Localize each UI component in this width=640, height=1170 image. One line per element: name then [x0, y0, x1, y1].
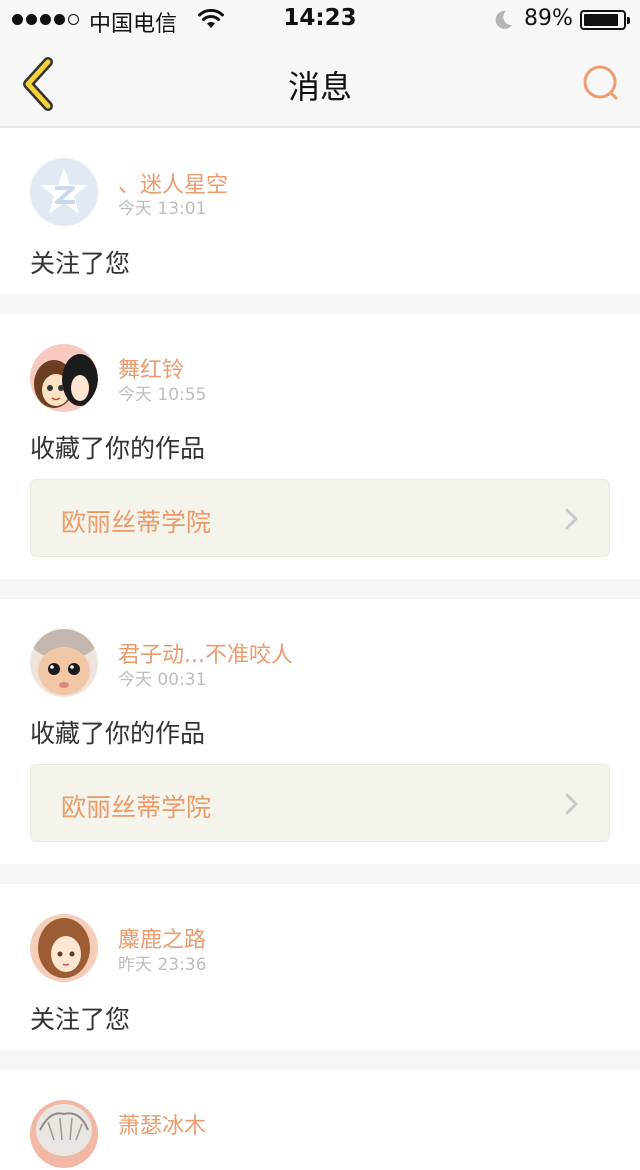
- timestamp: 今天 00:31: [118, 670, 207, 690]
- message-item[interactable]: 、迷人星空 今天 13:01 关注了您: [0, 128, 640, 294]
- message-item[interactable]: 萧瑟冰木: [0, 1070, 640, 1170]
- avatar[interactable]: [30, 158, 98, 226]
- user-name[interactable]: 萧瑟冰木: [118, 1108, 206, 1140]
- avatar[interactable]: [30, 629, 98, 697]
- message-text: 关注了您: [30, 249, 131, 278]
- doll-avatar-icon: [30, 629, 98, 697]
- search-icon: [583, 65, 618, 100]
- divider: [0, 864, 640, 884]
- message-item[interactable]: 舞红铃 今天 10:55 收藏了你的作品 欧丽丝蒂学院: [0, 314, 640, 579]
- message-text: 收藏了你的作品: [30, 719, 206, 748]
- avatar[interactable]: [30, 1100, 98, 1168]
- message-text: 收藏了你的作品: [30, 434, 206, 463]
- timestamp: 今天 10:55: [118, 385, 207, 405]
- avatar[interactable]: [30, 914, 98, 982]
- avatar[interactable]: [30, 344, 98, 412]
- chevron-right-icon: [565, 793, 578, 815]
- battery-icon: [580, 10, 630, 30]
- page-title: 消息: [287, 68, 352, 106]
- silver-hair-avatar-icon: [30, 1100, 98, 1168]
- search-button[interactable]: [576, 58, 626, 108]
- message-item[interactable]: 麋鹿之路 昨天 23:36 关注了您: [0, 884, 640, 1050]
- work-title: 欧丽丝蒂学院: [61, 793, 212, 822]
- message-item[interactable]: 君子动...不准咬人 今天 00:31 收藏了你的作品 欧丽丝蒂学院: [0, 599, 640, 864]
- status-bar: 中国电信 14:23 89%: [0, 0, 640, 40]
- qzone-logo-icon: [30, 158, 98, 226]
- work-title: 欧丽丝蒂学院: [61, 508, 212, 537]
- anime-avatar-icon: [30, 344, 98, 412]
- message-text: 关注了您: [30, 1005, 131, 1034]
- navigation-bar: 消息: [0, 40, 640, 128]
- work-link[interactable]: 欧丽丝蒂学院: [30, 479, 610, 557]
- moon-icon: [495, 10, 512, 29]
- divider: [0, 579, 640, 599]
- illustrated-girl-avatar-icon: [30, 914, 98, 982]
- battery-percent: 89%: [524, 6, 573, 31]
- divider: [0, 1050, 640, 1070]
- message-list: 、迷人星空 今天 13:01 关注了您 舞红铃 今天 10:55 收藏了你的作品…: [0, 128, 640, 1170]
- timestamp: 今天 13:01: [118, 199, 207, 219]
- divider: [0, 294, 640, 314]
- timestamp: 昨天 23:36: [118, 955, 207, 975]
- work-link[interactable]: 欧丽丝蒂学院: [30, 764, 610, 842]
- chevron-right-icon: [565, 508, 578, 530]
